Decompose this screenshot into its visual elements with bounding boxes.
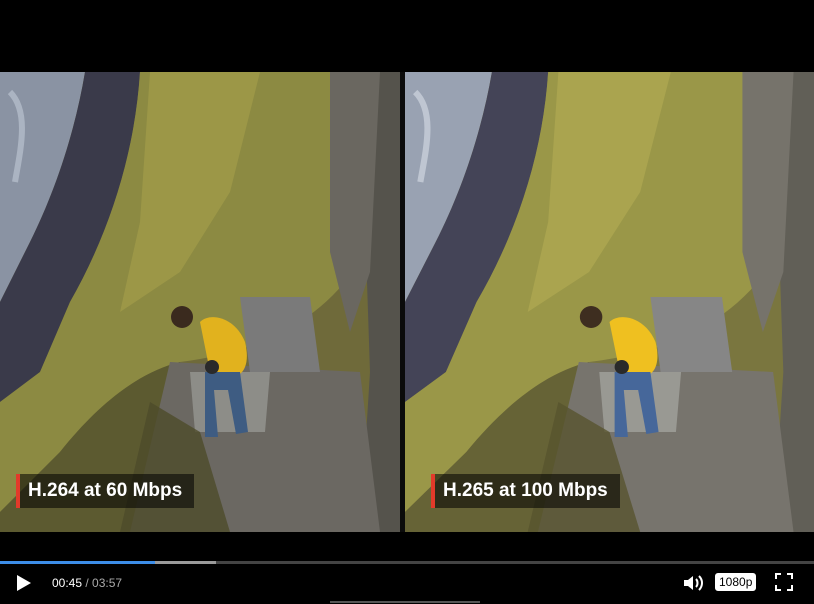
codec-label-left: H.264 at 60 Mbps (16, 474, 195, 508)
video-player[interactable]: H.264 at 60 Mbps H.265 at 100 Mbps 00:45… (0, 0, 814, 604)
codec-label-right: H.265 at 100 Mbps (431, 474, 620, 508)
fullscreen-button[interactable] (775, 573, 793, 591)
cliff-scene-image (0, 72, 400, 532)
fullscreen-icon (775, 573, 793, 591)
volume-icon (684, 575, 703, 591)
play-button[interactable] (12, 572, 34, 594)
current-time: 00:45 (52, 576, 83, 590)
seek-bar[interactable] (0, 561, 814, 564)
total-time: 03:57 (92, 576, 123, 590)
quality-button[interactable]: 1080p (715, 573, 757, 591)
seek-bar-played (0, 561, 155, 564)
scroll-indicator (330, 601, 480, 603)
player-controls: 00:45 / 03:57 1080p (0, 558, 814, 604)
video-frame-right: H.265 at 100 Mbps (405, 72, 814, 532)
video-frame-left: H.264 at 60 Mbps (0, 72, 400, 532)
cliff-scene-image (405, 72, 814, 532)
time-separator: / (82, 576, 93, 590)
time-display: 00:45 / 03:57 (52, 576, 122, 590)
play-icon (17, 575, 31, 591)
volume-button[interactable] (682, 573, 704, 593)
